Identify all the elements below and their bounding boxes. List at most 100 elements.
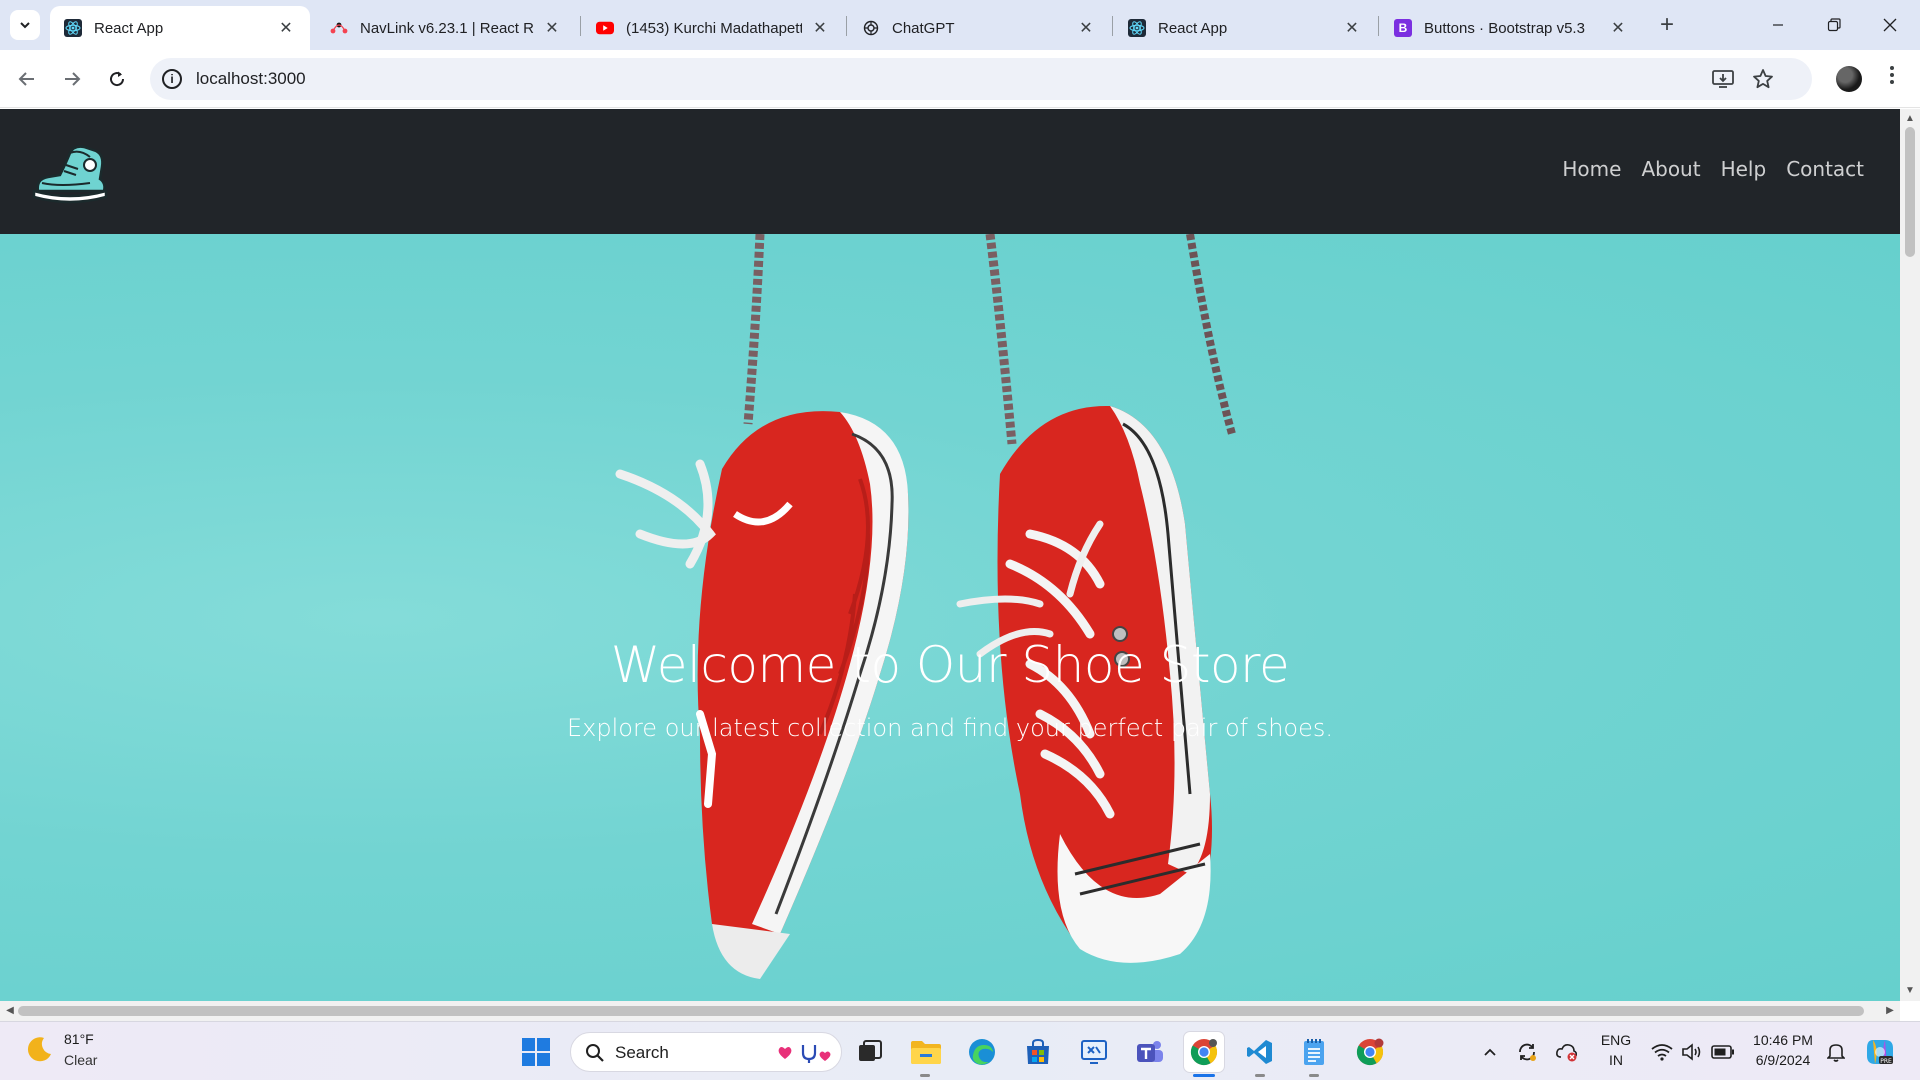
nav-help-link[interactable]: Help — [1721, 157, 1767, 181]
clock-time[interactable]: 10:46 PM — [1746, 1032, 1820, 1048]
close-tab-icon[interactable]: ✕ — [810, 18, 830, 38]
tab-separator — [1112, 16, 1113, 36]
svg-text:PRE: PRE — [1880, 1058, 1892, 1065]
new-tab-button[interactable]: + — [1652, 10, 1682, 40]
search-icon — [586, 1044, 604, 1062]
nav-home-link[interactable]: Home — [1562, 157, 1621, 181]
microsoft-store-icon[interactable] — [1018, 1032, 1058, 1072]
task-view-icon[interactable] — [850, 1032, 890, 1072]
file-explorer-icon[interactable] — [906, 1032, 946, 1072]
back-button[interactable] — [10, 62, 44, 96]
horizontal-scrollbar[interactable]: ◀ ▶ — [0, 1001, 1900, 1021]
windows-taskbar: 81°F Clear Search ENG IN 10:46 PM 6/9/20… — [0, 1021, 1920, 1080]
nav-links: Home About Help Contact — [1562, 157, 1864, 181]
tab-title: React App — [1158, 19, 1228, 37]
language-code[interactable]: ENG — [1596, 1032, 1636, 1048]
browser-toolbar: i localhost:3000 — [0, 50, 1920, 108]
reload-icon — [110, 71, 125, 87]
chrome-profile-icon[interactable] — [1350, 1032, 1390, 1072]
moon-icon[interactable] — [24, 1034, 54, 1064]
scroll-up-arrow-icon[interactable]: ▲ — [1904, 113, 1916, 125]
nav-about-link[interactable]: About — [1641, 157, 1700, 181]
tab-navlink[interactable]: NavLink v6.23.1 | React Ro ✕ — [316, 6, 576, 50]
hero-subtitle: Explore our latest collection and find y… — [567, 714, 1333, 742]
react-router-icon — [330, 19, 348, 37]
scroll-down-arrow-icon[interactable]: ▼ — [1904, 985, 1916, 997]
site-info-icon[interactable]: i — [162, 69, 182, 89]
copilot-icon[interactable]: PRE — [1860, 1032, 1900, 1072]
chrome-icon[interactable] — [1184, 1032, 1224, 1072]
browser-tab-strip: React App ✕ NavLink v6.23.1 | React Ro ✕… — [0, 0, 1920, 50]
youtube-icon — [596, 19, 614, 37]
volume-icon[interactable] — [1678, 1032, 1706, 1072]
react-icon — [64, 19, 82, 37]
taskbar-search-label: Search — [615, 1043, 669, 1062]
reload-button[interactable] — [100, 62, 134, 96]
install-app-icon[interactable] — [1710, 66, 1736, 92]
page-viewport: Home About Help Contact Welcome to Our S… — [0, 109, 1900, 1001]
tab-separator — [846, 16, 847, 36]
close-tab-icon[interactable]: ✕ — [542, 18, 562, 38]
vscode-icon[interactable] — [1240, 1032, 1280, 1072]
tab-title: React App — [94, 19, 164, 37]
notepad-icon[interactable] — [1294, 1032, 1334, 1072]
vertical-scroll-thumb[interactable] — [1905, 127, 1915, 257]
tab-title: (1453) Kurchi Madathapetti — [626, 19, 802, 37]
battery-icon[interactable] — [1708, 1032, 1738, 1072]
cloud-error-icon[interactable] — [1552, 1032, 1582, 1072]
site-navbar: Home About Help Contact — [0, 109, 1900, 234]
close-icon — [1883, 18, 1897, 32]
vertical-scrollbar[interactable]: ▲ ▼ — [1900, 109, 1920, 1001]
stethoscope-hearts-icon — [778, 1045, 831, 1063]
react-icon — [1128, 19, 1146, 37]
tab-chatgpt[interactable]: ChatGPT ✕ — [848, 6, 1110, 50]
chatgpt-icon — [862, 19, 880, 37]
forward-button[interactable] — [55, 62, 89, 96]
teams-icon[interactable] — [1130, 1032, 1170, 1072]
chevron-down-icon — [20, 22, 30, 29]
minimize-button[interactable] — [1750, 0, 1806, 50]
bootstrap-icon: B — [1394, 19, 1412, 37]
weather-condition[interactable]: Clear — [64, 1052, 97, 1068]
hero-title: Welcome to Our Shoe Store — [610, 636, 1290, 694]
active-app-indicator — [1193, 1074, 1215, 1077]
quick-assist-icon[interactable] — [1074, 1032, 1114, 1072]
tab-search-button[interactable] — [10, 10, 40, 40]
windows-start-icon[interactable] — [516, 1032, 556, 1072]
close-tab-icon[interactable]: ✕ — [1342, 18, 1362, 38]
scroll-left-arrow-icon[interactable]: ◀ — [4, 1005, 16, 1017]
bookmark-star-icon[interactable] — [1750, 66, 1776, 92]
taskbar-search-box[interactable]: Search — [570, 1032, 842, 1072]
restore-button[interactable] — [1806, 0, 1862, 50]
wifi-icon[interactable] — [1648, 1032, 1676, 1072]
tab-separator — [1378, 16, 1379, 36]
running-indicator — [1255, 1074, 1265, 1077]
browser-menu-icon[interactable] — [1882, 64, 1902, 94]
minimize-icon — [1773, 24, 1783, 26]
nav-contact-link[interactable]: Contact — [1786, 157, 1864, 181]
notification-bell-icon[interactable] — [1822, 1032, 1850, 1072]
running-indicator — [1309, 1074, 1319, 1077]
tab-react-app-2[interactable]: React App ✕ — [1114, 6, 1376, 50]
address-url[interactable]: localhost:3000 — [196, 69, 306, 89]
tab-react-app-active[interactable]: React App ✕ — [50, 6, 310, 50]
shoe-logo-icon[interactable] — [30, 139, 110, 209]
profile-avatar[interactable] — [1836, 66, 1862, 92]
scroll-right-arrow-icon[interactable]: ▶ — [1884, 1005, 1896, 1017]
edge-browser-icon[interactable] — [962, 1032, 1002, 1072]
chevron-up-icon[interactable] — [1478, 1032, 1502, 1072]
language-region[interactable]: IN — [1596, 1052, 1636, 1068]
tab-bootstrap[interactable]: B Buttons · Bootstrap v5.3 ✕ — [1380, 6, 1642, 50]
restore-icon — [1827, 18, 1841, 32]
close-tab-icon[interactable]: ✕ — [276, 18, 296, 38]
close-tab-icon[interactable]: ✕ — [1076, 18, 1096, 38]
tab-youtube[interactable]: (1453) Kurchi Madathapetti ✕ — [582, 6, 844, 50]
tab-title: ChatGPT — [892, 19, 955, 37]
weather-temperature[interactable]: 81°F — [64, 1031, 94, 1047]
address-bar[interactable]: i localhost:3000 — [150, 58, 1812, 100]
close-tab-icon[interactable]: ✕ — [1608, 18, 1628, 38]
horizontal-scroll-thumb[interactable] — [18, 1006, 1864, 1016]
close-window-button[interactable] — [1862, 0, 1918, 50]
clock-date[interactable]: 6/9/2024 — [1746, 1052, 1820, 1068]
sync-icon[interactable] — [1512, 1032, 1542, 1072]
